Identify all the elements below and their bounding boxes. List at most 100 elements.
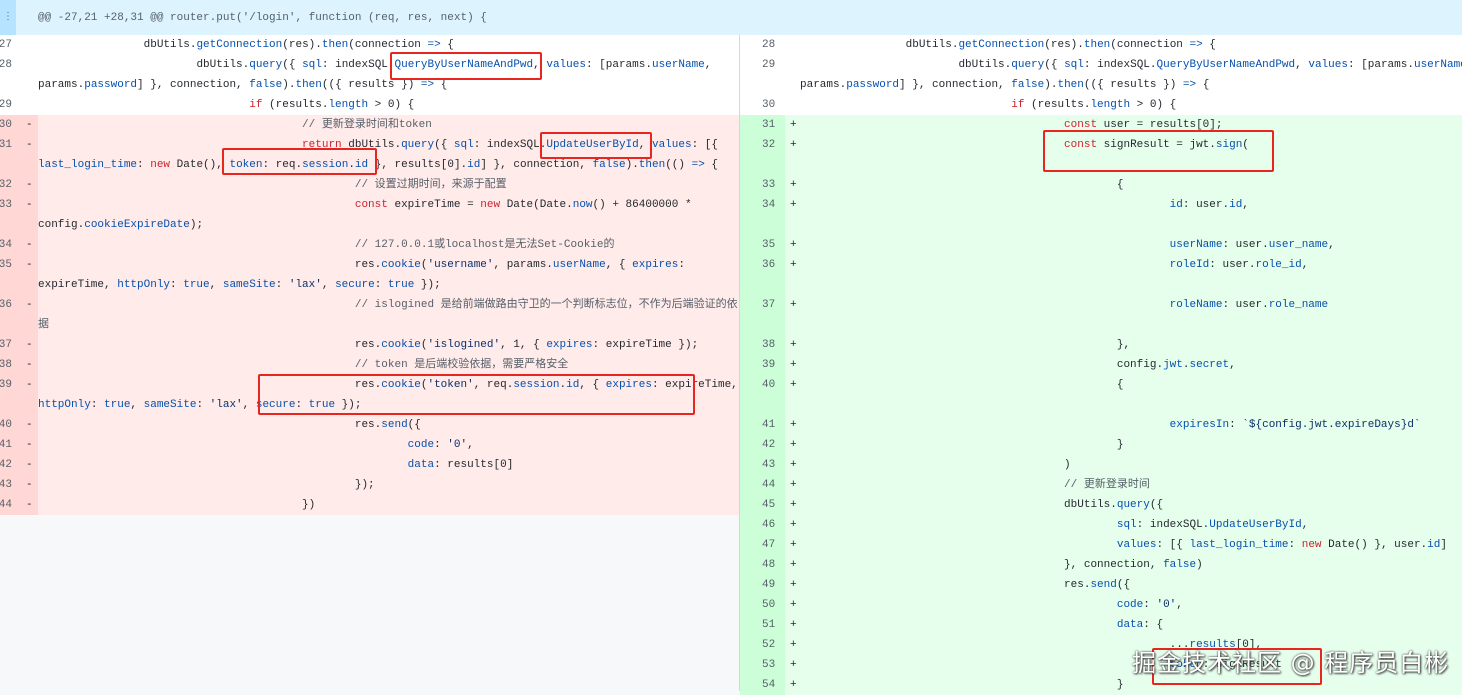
line-number-text: 34 — [762, 199, 776, 211]
line-number[interactable]: 37 — [740, 295, 785, 335]
line-number[interactable]: 34 — [0, 235, 16, 255]
plus-marker: + — [785, 655, 800, 675]
line-number-text: 39 — [0, 379, 12, 391]
line-number[interactable]: 27 — [0, 35, 16, 55]
line-number[interactable]: 42 — [0, 455, 16, 475]
diff-row: 33- const expireTime = new Date(Date.now… — [0, 195, 1462, 235]
code-text: dbUtils.getConnection(res).then(connecti… — [800, 39, 1216, 51]
context-marker — [16, 55, 38, 95]
line-number-text: 35 — [762, 239, 776, 251]
code-text: // 更新登录时间和token — [302, 119, 432, 131]
line-number[interactable]: 28 — [740, 35, 785, 55]
diff-row: 27 dbUtils.getConnection(res).then(conne… — [0, 35, 1462, 55]
added-line: 36 + roleId: user.role_id, — [740, 255, 1462, 295]
code-text: values: [{ last_login_time: new Date() }… — [1116, 539, 1447, 551]
line-number-text: 37 — [762, 299, 776, 311]
code-text: const user = results[0]; — [1064, 119, 1223, 131]
added-line: 42 + } — [740, 435, 1462, 455]
line-number[interactable]: 50 — [740, 595, 785, 615]
diff-row: 32- // 设置过期时间，来源于配置 33 + { — [0, 175, 1462, 195]
line-number[interactable]: 45 — [740, 495, 785, 515]
line-number[interactable]: 43 — [0, 475, 16, 495]
minus-marker: - — [16, 375, 38, 415]
line-number[interactable]: 48 — [740, 555, 785, 575]
line-number[interactable]: 42 — [740, 435, 785, 455]
context-marker — [16, 95, 38, 115]
added-line: 31 + const user = results[0]; — [740, 115, 1462, 135]
code-text: data: { — [1116, 619, 1164, 631]
diff-row: 29 if (results.length > 0) {30 if (resul… — [0, 95, 1462, 115]
diff-row: 47 + values: [{ last_login_time: new Date… — [0, 535, 1462, 555]
minus-marker: - — [16, 195, 38, 235]
line-number-text: 53 — [762, 659, 776, 671]
code-text: data: results[0] — [407, 459, 514, 471]
line-number[interactable]: 36 — [740, 255, 785, 295]
line-number[interactable]: 31 — [740, 115, 785, 135]
line-number[interactable]: 44 — [0, 495, 16, 515]
line-number[interactable]: 35 — [740, 235, 785, 255]
line-number[interactable]: 33 — [740, 175, 785, 195]
expand-hunk-button[interactable]: ⋮ — [0, 0, 16, 35]
line-number-text: 44 — [0, 499, 12, 511]
line-number[interactable]: 30 — [740, 95, 785, 115]
line-number[interactable]: 41 — [0, 435, 16, 455]
line-number[interactable]: 39 — [0, 375, 16, 415]
deleted-line: 43- }); — [0, 475, 740, 495]
line-number[interactable]: 34 — [740, 195, 785, 235]
plus-marker: + — [785, 455, 800, 475]
line-number[interactable]: 38 — [740, 335, 785, 355]
line-number[interactable]: 38 — [0, 355, 16, 375]
minus-marker: - — [16, 115, 38, 135]
deleted-line: 30- // 更新登录时间和token — [0, 115, 740, 135]
code-text: config.jwt.secret, — [800, 359, 1236, 371]
minus-marker: - — [16, 415, 38, 435]
empty-line — [0, 655, 740, 675]
plus-marker: + — [785, 495, 800, 515]
line-number[interactable]: 44 — [740, 475, 785, 495]
line-number[interactable]: 49 — [740, 575, 785, 595]
diff-row: 50 + code: '0', — [0, 595, 1462, 615]
line-number[interactable]: 32 — [740, 135, 785, 175]
code-text: res.send({ — [800, 579, 1131, 591]
line-number[interactable]: 37 — [0, 335, 16, 355]
minus-marker: - — [16, 475, 38, 495]
line-number[interactable]: 51 — [740, 615, 785, 635]
line-number[interactable]: 40 — [740, 375, 785, 415]
line-number[interactable]: 46 — [740, 515, 785, 535]
line-number[interactable]: 35 — [0, 255, 16, 295]
line-number[interactable]: 28 — [0, 55, 16, 95]
line-number[interactable]: 31 — [0, 135, 16, 175]
line-number-text: 31 — [0, 139, 12, 151]
line-number[interactable]: 29 — [0, 95, 16, 115]
line-number[interactable]: 30 — [0, 115, 16, 135]
diff-row: 34- // 127.0.0.1或localhost是无法Set-Cookie的… — [0, 235, 1462, 255]
line-number[interactable]: 53 — [740, 655, 785, 675]
line-number[interactable]: 33 — [0, 195, 16, 235]
line-number-text: 39 — [762, 359, 776, 371]
line-number[interactable]: 43 — [740, 455, 785, 475]
deleted-line: 31- return dbUtils.query({ sql: indexSQL… — [0, 135, 740, 175]
line-number[interactable]: 40 — [0, 415, 16, 435]
context-marker — [785, 35, 800, 55]
line-number[interactable]: 29 — [740, 55, 785, 95]
line-number[interactable]: 41 — [740, 415, 785, 435]
minus-marker: - — [16, 235, 38, 255]
plus-marker: + — [785, 255, 800, 295]
diff-row: 38- // token 是后端校验依据，需要严格安全 39 + config.jw… — [0, 355, 1462, 375]
line-number[interactable]: 47 — [740, 535, 785, 555]
line-number-text: 54 — [762, 679, 776, 691]
line-number[interactable]: 52 — [740, 635, 785, 655]
minus-marker: - — [16, 335, 38, 355]
added-line: 48 + }, connection, false) — [740, 555, 1462, 575]
diff-row: 36- // islogined 是给前端做路由守卫的一个判断标志位，不作为后端… — [0, 295, 1462, 335]
context-marker — [785, 55, 800, 95]
line-number[interactable]: 36 — [0, 295, 16, 335]
line-number[interactable]: 54 — [740, 675, 785, 695]
line-number-text: 30 — [762, 99, 776, 111]
added-line: 49 + res.send({ — [740, 575, 1462, 595]
line-number[interactable]: 32 — [0, 175, 16, 195]
plus-marker: + — [785, 195, 800, 235]
plus-marker: + — [785, 555, 800, 575]
code-text: }, — [800, 339, 1131, 351]
line-number[interactable]: 39 — [740, 355, 785, 375]
